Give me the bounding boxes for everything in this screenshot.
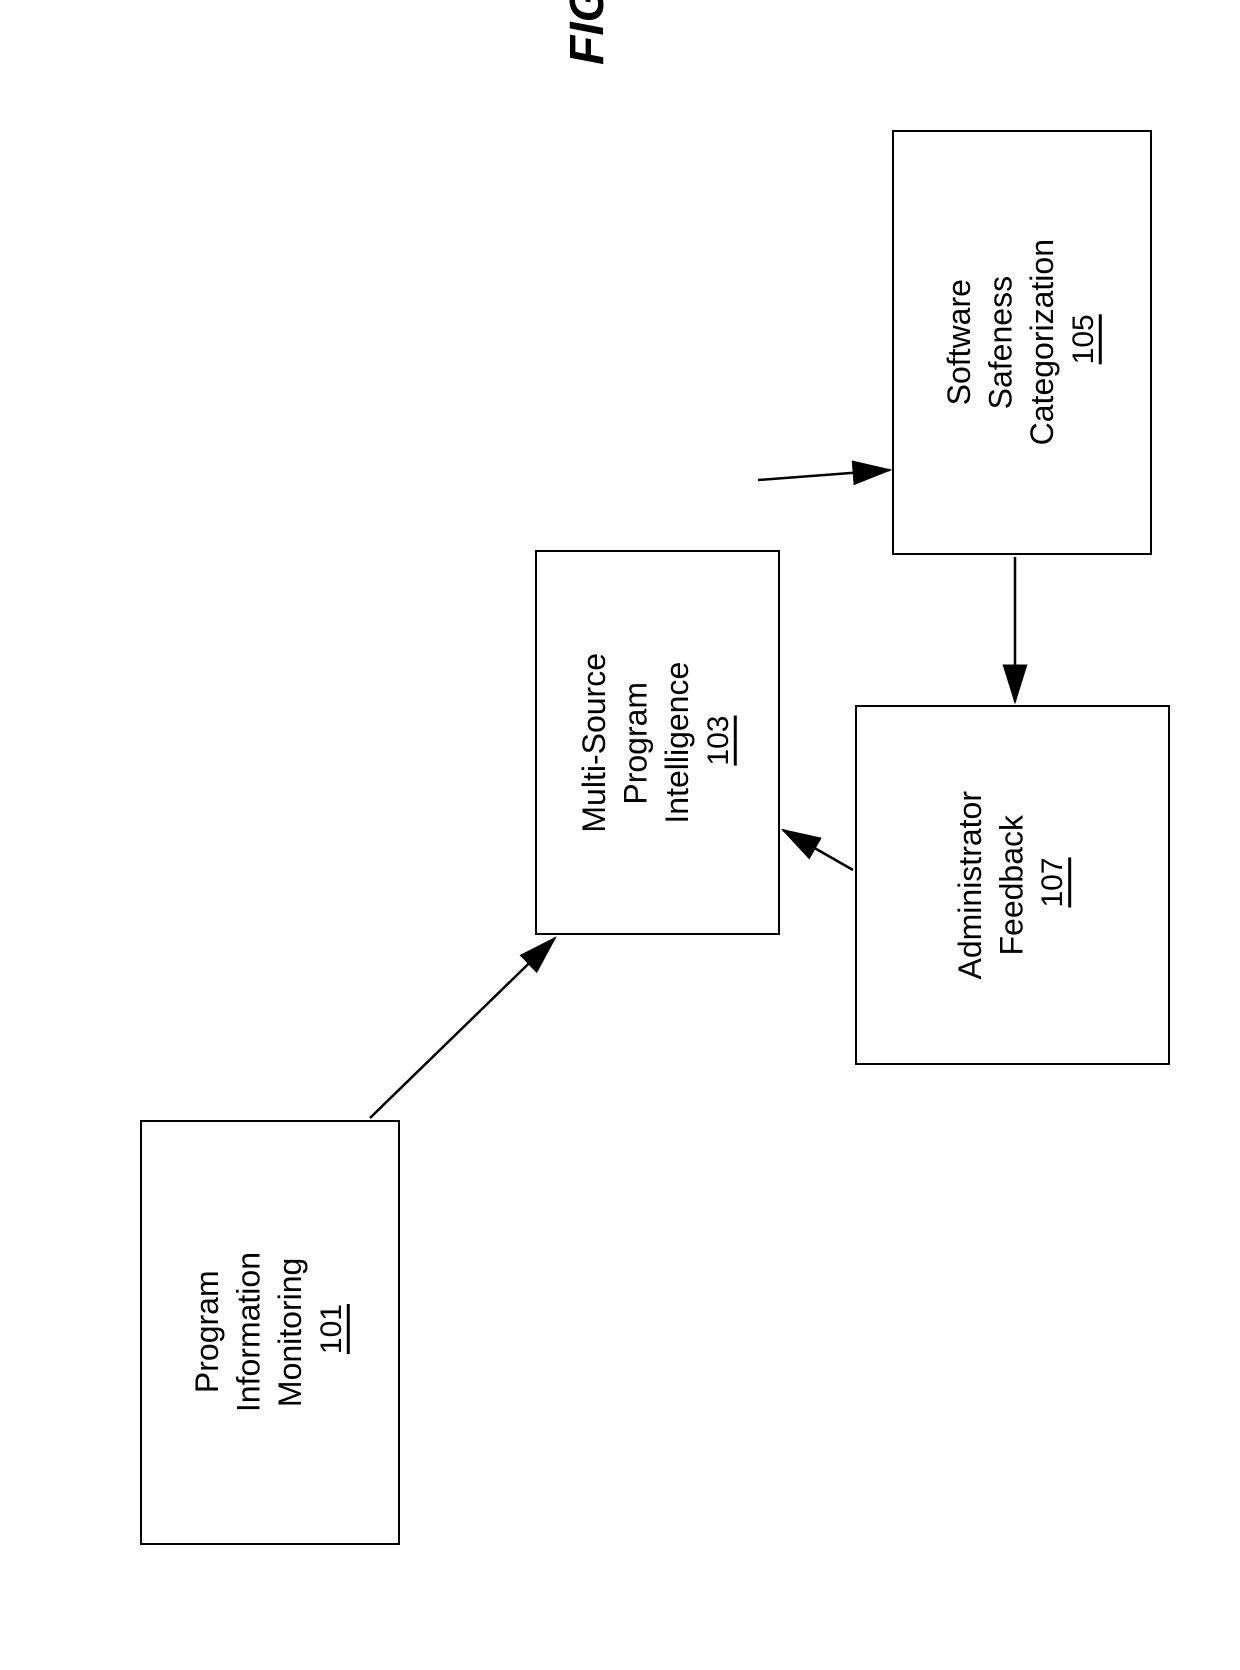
box-101-line3: Monitoring <box>272 1258 308 1407</box>
box-101-line2: Information <box>230 1252 266 1412</box>
a-101-103 <box>370 938 555 1118</box>
box-107-line2: Feedback <box>994 815 1030 956</box>
box-105-line3: Categorization <box>1024 239 1060 445</box>
figure-title: FIG. 2 <box>560 0 615 65</box>
box-105-number: 105 <box>1067 315 1100 365</box>
box-103-line3: Intelligence <box>660 662 696 824</box>
box-103-line1: Multi-Source <box>576 653 612 833</box>
box-101-line1: Program <box>189 1271 225 1394</box>
box-105-line1: Software <box>941 279 977 405</box>
box-multi-source-program-intelligence: Multi-Source Program Intelligence 103 <box>535 550 780 935</box>
box-administrator-feedback: Administrator Feedback 107 <box>855 705 1170 1065</box>
box-103-text: Multi-Source Program Intelligence 103 <box>574 653 740 833</box>
box-107-line1: Administrator <box>952 791 988 980</box>
box-105-text: Software Safeness Categorization 105 <box>939 239 1105 445</box>
box-101-text: Program Information Monitoring 101 <box>187 1252 353 1412</box>
box-program-information-monitoring: Program Information Monitoring 101 <box>140 1120 400 1545</box>
box-105-line2: Safeness <box>982 276 1018 409</box>
a-103-105b <box>758 470 890 480</box>
box-103-number: 103 <box>702 715 735 765</box>
a-107-103 <box>783 830 853 870</box>
box-103-line2: Program <box>618 681 654 804</box>
box-software-safeness-categorization: Software Safeness Categorization 105 <box>892 130 1152 555</box>
box-107-number: 107 <box>1036 857 1069 907</box>
box-107-text: Administrator Feedback 107 <box>950 791 1075 980</box>
box-101-number: 101 <box>315 1305 348 1355</box>
